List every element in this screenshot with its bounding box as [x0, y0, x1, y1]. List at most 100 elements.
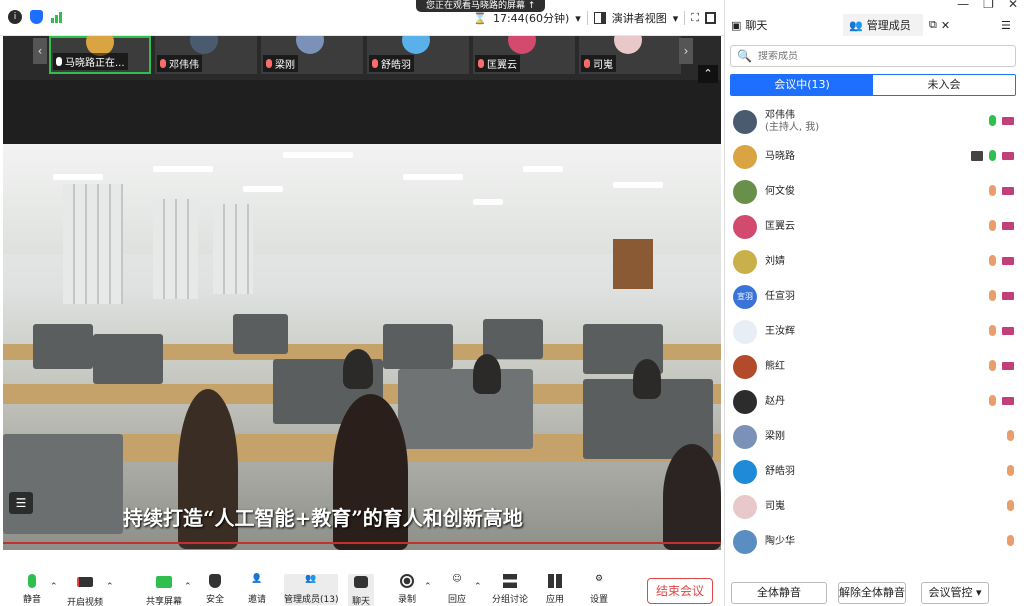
participant-thumbnail[interactable]: 邓伟伟 — [155, 36, 257, 74]
share-screen-button[interactable]: 共享屏幕 — [144, 574, 184, 606]
mute-all-button[interactable]: 全体静音 — [731, 582, 827, 604]
meeting-toolbar: 静音 ⌃ 开启视频 ⌃ 共享屏幕 ⌃ 安全 👤 邀请 👥 管理成员(13) 聊天 — [0, 572, 724, 606]
tab-in-meeting[interactable]: 会议中(13) — [731, 75, 873, 95]
camera-off-icon[interactable] — [1002, 361, 1014, 370]
participant-thumbnail[interactable]: 舒皓羽 — [367, 36, 469, 74]
chevron-down-icon[interactable]: ▾ — [575, 12, 581, 25]
unmute-all-button[interactable]: 解除全体静音 — [838, 582, 906, 604]
participant-thumbnail[interactable]: 马晓路正在... — [49, 36, 151, 74]
microphone-muted-icon[interactable] — [989, 255, 996, 266]
meeting-control-button[interactable]: 会议管控 ▾ — [921, 582, 989, 604]
participant-thumbnail[interactable]: 司嵬 — [579, 36, 681, 74]
end-meeting-button[interactable]: 结束会议 — [647, 578, 713, 604]
microphone-muted-icon[interactable] — [989, 360, 996, 371]
member-row[interactable]: 梁刚 — [730, 419, 1020, 454]
divider — [586, 11, 588, 25]
view-selector[interactable]: 演讲者视图 — [612, 10, 667, 26]
popout-icon[interactable]: ⧉ — [929, 18, 937, 32]
member-name-block: 赵丹 — [765, 396, 785, 408]
tab-chat[interactable]: ▣ 聊天 — [725, 17, 843, 33]
microphone-muted-icon[interactable] — [989, 185, 996, 196]
tab-not-joined[interactable]: 未入会 — [873, 75, 1015, 95]
chevron-up-icon[interactable]: ⌃ — [106, 582, 114, 592]
search-input[interactable] — [757, 50, 958, 62]
microphone-icon[interactable] — [989, 150, 996, 161]
fullscreen-icon[interactable]: ⛶ — [691, 11, 699, 25]
list-icon[interactable]: ☰ — [9, 492, 33, 514]
camera-off-icon[interactable] — [1002, 291, 1014, 300]
member-row[interactable]: 马晓路 — [730, 139, 1020, 174]
camera-off-icon[interactable] — [1002, 151, 1014, 160]
microphone-muted-icon[interactable] — [989, 325, 996, 336]
restore-icon[interactable]: ❐ — [983, 0, 994, 11]
member-row[interactable]: 熊红 — [730, 349, 1020, 384]
microphone-muted-icon[interactable] — [1007, 535, 1014, 546]
tab-members[interactable]: 👥 管理成员 — [843, 14, 923, 36]
member-name-block: 舒皓羽 — [765, 466, 795, 478]
member-row[interactable]: 舒皓羽 — [730, 454, 1020, 489]
settings-button[interactable]: ⚙ 设置 — [588, 574, 610, 605]
chevron-up-icon[interactable]: ⌃ — [474, 582, 482, 592]
member-row[interactable]: 刘婧 — [730, 244, 1020, 279]
chevron-down-icon[interactable]: ▾ — [673, 12, 679, 25]
close-icon[interactable]: ✕ — [1008, 0, 1018, 11]
invite-label: 邀请 — [247, 595, 266, 605]
start-video-button[interactable]: 开启视频 — [66, 574, 104, 606]
camera-off-icon[interactable] — [1002, 256, 1014, 265]
camera-off-icon[interactable] — [1002, 221, 1014, 230]
member-row[interactable]: 宣羽 任宣羽 — [730, 279, 1020, 314]
invite-button[interactable]: 👤 邀请 — [246, 574, 268, 605]
video-progress-bar[interactable] — [3, 542, 721, 544]
avatar — [733, 459, 757, 484]
meeting-timer[interactable]: 17:44(60分钟) — [493, 10, 569, 26]
member-row[interactable]: 赵丹 — [730, 384, 1020, 419]
sidebar-toggle-icon[interactable] — [705, 12, 716, 24]
close-icon[interactable]: ✕ — [941, 19, 950, 32]
camera-off-icon[interactable] — [1002, 116, 1014, 125]
participant-thumbnail[interactable]: 匡翼云 — [473, 36, 575, 74]
react-button[interactable]: ☺ 回应 — [446, 574, 468, 605]
emoji-icon: ☺ — [452, 574, 462, 584]
chevron-up-icon[interactable]: ⌃ — [50, 582, 58, 592]
camera-off-icon[interactable] — [1002, 186, 1014, 195]
member-status-icons — [971, 150, 1014, 161]
microphone-muted-icon[interactable] — [1007, 430, 1014, 441]
microphone-muted-icon[interactable] — [989, 220, 996, 231]
member-row[interactable]: 司嵬 — [730, 489, 1020, 524]
breakout-button[interactable]: 分组讨论 — [490, 574, 530, 605]
minimize-icon[interactable]: — — [957, 0, 969, 11]
microphone-muted-icon[interactable] — [989, 290, 996, 301]
chevron-up-icon[interactable]: ⌃ — [184, 582, 192, 592]
shared-screen-video[interactable]: ‹ 马晓路正在... 邓伟伟 梁刚 舒皓羽 匡翼云 司嵬 › ⌃ 持续打造“人工… — [3, 36, 721, 550]
member-status-icons — [989, 290, 1014, 301]
manage-members-button[interactable]: 👥 管理成员(13) — [284, 574, 338, 605]
member-status-icons — [989, 115, 1014, 126]
microphone-icon[interactable] — [989, 115, 996, 126]
collapse-thumbnails-button[interactable]: ⌃ — [698, 65, 718, 83]
chevron-left-icon[interactable]: ‹ — [33, 38, 47, 64]
record-button[interactable]: 录制 — [396, 574, 418, 605]
microphone-muted-icon[interactable] — [989, 395, 996, 406]
info-icon[interactable]: i — [8, 10, 22, 24]
member-row[interactable]: 何文俊 — [730, 174, 1020, 209]
microphone-muted-icon[interactable] — [1007, 500, 1014, 511]
ceiling-light — [153, 166, 213, 172]
member-row[interactable]: 王汝辉 — [730, 314, 1020, 349]
camera-off-icon[interactable] — [1002, 326, 1014, 335]
shield-icon[interactable] — [30, 10, 43, 24]
member-row[interactable]: 匡翼云 — [730, 209, 1020, 244]
apps-button[interactable]: 应用 — [544, 574, 566, 605]
chevron-up-icon[interactable]: ⌃ — [424, 582, 432, 592]
chevron-right-icon[interactable]: › — [679, 38, 693, 64]
signal-icon[interactable] — [51, 11, 62, 23]
mute-button[interactable]: 静音 — [18, 574, 46, 605]
participant-thumbnail[interactable]: 梁刚 — [261, 36, 363, 74]
security-button[interactable]: 安全 — [204, 574, 226, 605]
member-row[interactable]: 邓伟伟 (主持人, 我) — [730, 104, 1020, 139]
thumbnail-label: 梁刚 — [263, 55, 298, 72]
microphone-muted-icon[interactable] — [1007, 465, 1014, 476]
chat-button[interactable]: 聊天 — [348, 574, 374, 606]
member-row[interactable]: 陶少华 — [730, 524, 1020, 559]
menu-icon[interactable]: ☰ — [995, 19, 1017, 32]
camera-off-icon[interactable] — [1002, 396, 1014, 405]
